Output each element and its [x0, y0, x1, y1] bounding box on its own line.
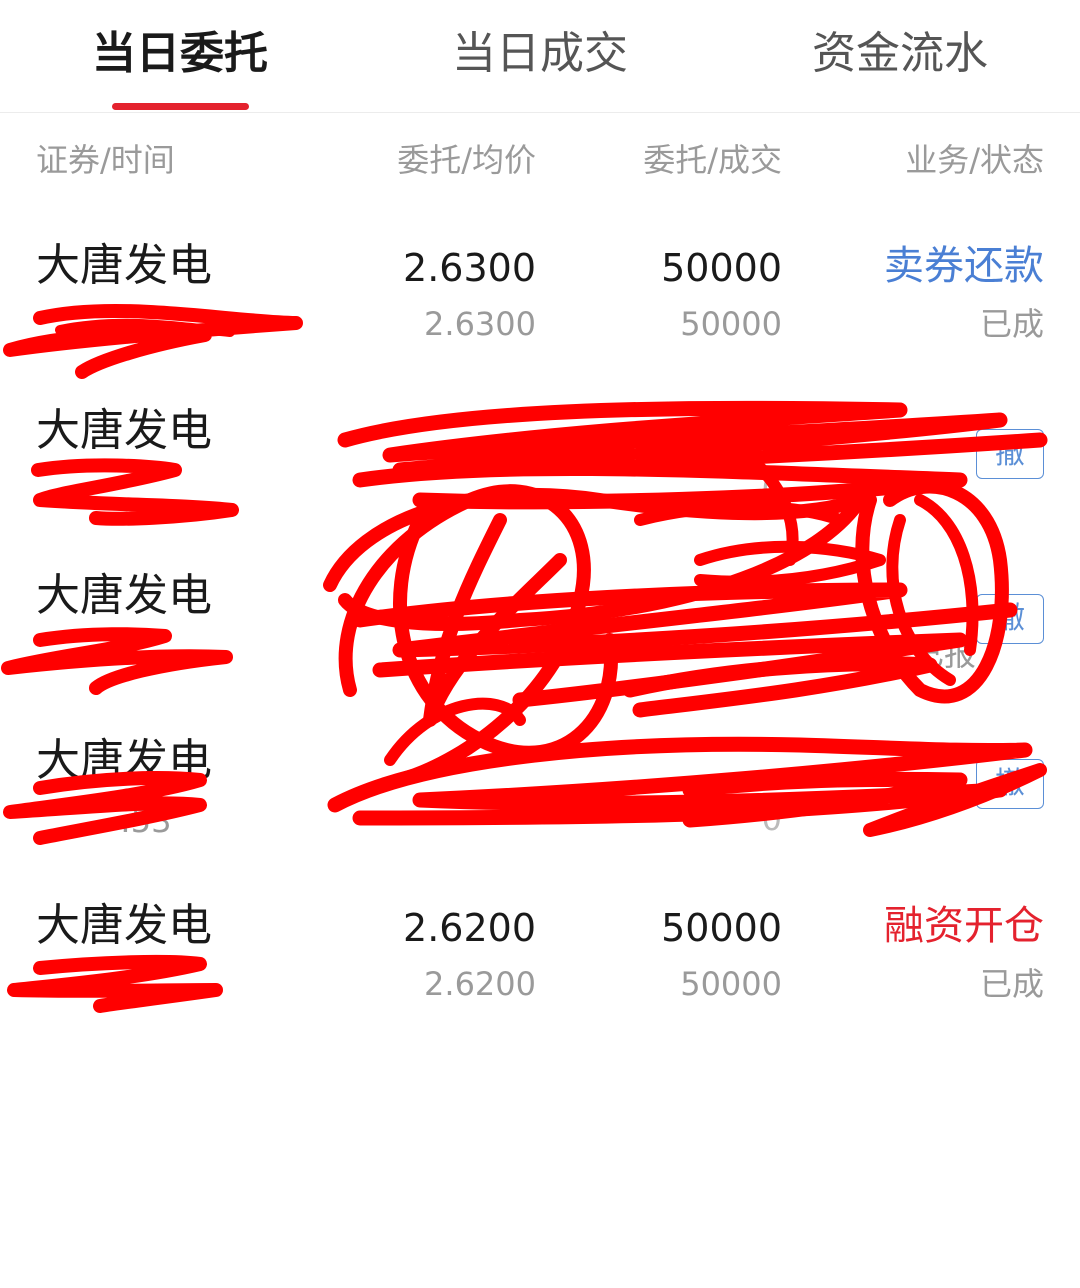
security-name: 大唐发电 [36, 240, 212, 291]
order-row[interactable]: 大唐发电 0 撤 [0, 381, 1080, 546]
security-name: 大唐发电 [36, 570, 212, 621]
business-type: 融资开仓 [884, 903, 1044, 949]
filled-quantity: 0 [761, 470, 782, 508]
order-row[interactable]: 大唐发电 已报 撤 [0, 546, 1080, 711]
column-header-security-time: 证券/时间 [36, 141, 175, 179]
column-header-order-avg-price: 委托/均价 [397, 141, 536, 179]
order-time: :53 [120, 802, 172, 840]
order-quantity: 50000 [661, 906, 782, 950]
tab-fund-flow[interactable]: 资金流水 [780, 22, 1020, 86]
business-type: 卖券还款 [884, 243, 1044, 289]
filled-quantity: 50000 [680, 305, 782, 343]
average-price: 2.6200 [424, 965, 536, 1003]
tab-today-orders[interactable]: 当日委托 [60, 22, 300, 86]
active-tab-indicator [112, 103, 249, 110]
average-price: 2.6300 [424, 305, 536, 343]
order-status: 已成 [979, 965, 1044, 1003]
order-row[interactable]: 大唐发电 2.6200 2.6200 50000 50000 融资开仓 已成 [0, 876, 1080, 1041]
order-price: 2.6200 [403, 906, 536, 950]
column-header-order-filled: 委托/成交 [643, 141, 782, 179]
cancel-order-button[interactable]: 撤 [976, 759, 1044, 809]
security-name: 大唐发电 [36, 735, 212, 786]
order-status: 已成 [979, 305, 1044, 343]
cancel-order-button[interactable]: 撤 [976, 594, 1044, 644]
order-price: 2.6300 [403, 246, 536, 290]
security-name: 大唐发电 [36, 405, 212, 456]
filled-quantity: 50000 [680, 965, 782, 1003]
order-row[interactable]: 大唐发电 :53 0 撤 [0, 711, 1080, 876]
order-row[interactable]: 大唐发电 2.6300 2.6300 50000 50000 卖券还款 已成 [0, 216, 1080, 381]
tab-today-trades[interactable]: 当日成交 [420, 22, 660, 86]
filled-quantity: 0 [761, 800, 782, 838]
orders-page: 当日委托 当日成交 资金流水 证券/时间 委托/均价 委托/成交 业务/状态 大… [0, 0, 1080, 1288]
cancel-order-button[interactable]: 撤 [976, 429, 1044, 479]
tab-bar: 当日委托 当日成交 资金流水 [0, 0, 1080, 113]
security-name: 大唐发电 [36, 900, 212, 951]
column-header-business-status: 业务/状态 [905, 141, 1044, 179]
order-status: 已报 [911, 635, 976, 673]
order-quantity: 50000 [661, 246, 782, 290]
